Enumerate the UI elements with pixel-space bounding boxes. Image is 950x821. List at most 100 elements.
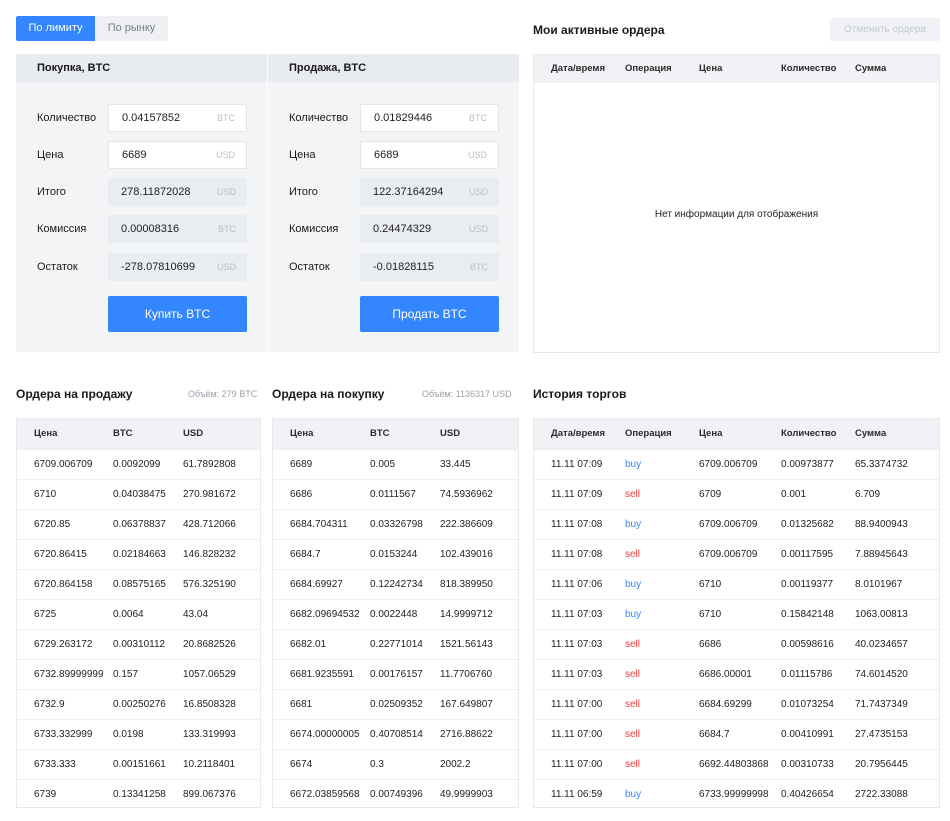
field-value[interactable]: 6689 xyxy=(122,142,146,168)
table-cell: 6733.332999 xyxy=(34,729,93,740)
table-row[interactable]: 11.11 07:03 buy 6710 0.15842148 1063.00813 xyxy=(534,599,939,629)
input-field[interactable]: 6689 USD xyxy=(108,141,247,169)
table-cell: sell xyxy=(625,729,641,740)
table-row[interactable]: 6672.03859568 0.00749396 49.9999903 xyxy=(273,779,518,809)
input-field[interactable]: 0.04157852 BTC xyxy=(108,104,247,132)
table-row[interactable]: 6725 0.0064 43.04 xyxy=(17,599,260,629)
currency-label: USD xyxy=(215,150,235,160)
table-row[interactable]: 6681.9235591 0.00176157 11.7706760 xyxy=(273,659,518,689)
column-header[interactable]: Сумма xyxy=(855,419,886,449)
column-header[interactable]: BTC xyxy=(370,419,390,449)
table-cell: 11.11 07:00 xyxy=(551,729,603,740)
input-field[interactable]: 0.01829446 BTC xyxy=(360,104,499,132)
table-row[interactable]: 11.11 07:00 sell 6684.7 0.00410991 27.473515… xyxy=(534,719,939,749)
table-row[interactable]: 11.11 07:09 sell 6709 0.001 6.709 xyxy=(534,479,939,509)
column-header[interactable]: Цена xyxy=(699,419,722,449)
table-cell: 6674 xyxy=(290,759,313,770)
table-row[interactable]: 6684.7 0.0153244 102.439016 xyxy=(273,539,518,569)
column-header[interactable]: USD xyxy=(440,419,460,449)
table-row[interactable]: 6682.01 0.22771014 1521.56143 xyxy=(273,629,518,659)
table-cell: 6681 xyxy=(290,699,313,710)
table-row[interactable]: 11.11 07:09 buy 6709.006709 0.00973877 65.33… xyxy=(534,449,939,479)
table-row[interactable]: 6732.9 0.00250276 16.8508328 xyxy=(17,689,260,719)
table-cell: 0.13341258 xyxy=(113,789,166,800)
table-row[interactable]: 6689 0.005 33.445 xyxy=(273,449,518,479)
column-header[interactable]: Цена xyxy=(34,419,57,449)
column-header[interactable]: Количество xyxy=(781,55,836,83)
column-header[interactable]: Цена xyxy=(290,419,313,449)
column-header[interactable]: Операция xyxy=(625,55,672,83)
column-header[interactable]: Сумма xyxy=(855,55,886,83)
table-row[interactable]: 6674.00000005 0.40708514 2716.88622 xyxy=(273,719,518,749)
table-cell: 6720.864158 xyxy=(34,579,93,590)
column-header[interactable]: Операция xyxy=(625,419,672,449)
field-value[interactable]: 0.04157852 xyxy=(122,105,180,131)
table-cell: 20.7956445 xyxy=(855,759,908,770)
table-cell: 11.11 06:59 xyxy=(551,789,603,800)
table-cell: 88.9400943 xyxy=(855,519,908,530)
field-value: -278.07810699 xyxy=(121,261,196,273)
table-row[interactable]: 11.11 07:03 sell 6686.00001 0.01115786 74.60… xyxy=(534,659,939,689)
table-cell: 0.12242734 xyxy=(370,579,423,590)
table-row[interactable]: 6686 0.0111567 74.5936962 xyxy=(273,479,518,509)
tab-market[interactable]: По рынку xyxy=(95,16,168,41)
table-row[interactable]: 6733.333 0.00151661 10.2118401 xyxy=(17,749,260,779)
field-value[interactable]: 6689 xyxy=(374,142,398,168)
table-row[interactable]: 11.11 07:08 sell 6709.006709 0.00117595 7.88… xyxy=(534,539,939,569)
table-cell: 6672.03859568 xyxy=(290,789,360,800)
table-cell: buy xyxy=(625,789,642,800)
table-cell: 2722.33088 xyxy=(855,789,908,800)
table-cell: 6725 xyxy=(34,609,57,620)
table-row[interactable]: 11.11 07:03 sell 6686 0.00598616 40.0234657 xyxy=(534,629,939,659)
table-row[interactable]: 6710 0.04038475 270.981672 xyxy=(17,479,260,509)
trade-history-table: Дата/время Операция Цена Количество Сумм… xyxy=(533,418,940,808)
table-cell: 2002.2 xyxy=(440,759,471,770)
field-value[interactable]: 0.01829446 xyxy=(374,105,432,131)
table-row[interactable]: 6709.006709 0.0092099 61.7892808 xyxy=(17,449,260,479)
table-row[interactable]: 6674 0.3 2002.2 xyxy=(273,749,518,779)
active-orders-table: Дата/время Операция Цена Количество Сумм… xyxy=(533,54,940,353)
table-row[interactable]: 6682.09694532 0.0022448 14.9999712 xyxy=(273,599,518,629)
cancel-orders-button[interactable]: Отменить ордера xyxy=(830,18,940,41)
table-row[interactable]: 6720.86415 0.02184663 146.828232 xyxy=(17,539,260,569)
table-row[interactable]: 6681 0.02509352 167.649807 xyxy=(273,689,518,719)
tab-limit[interactable]: По лимиту xyxy=(16,16,95,41)
table-cell: buy xyxy=(625,609,642,620)
column-header[interactable]: Дата/время xyxy=(551,419,605,449)
column-header[interactable]: BTC xyxy=(113,419,133,449)
table-cell: 33.445 xyxy=(440,459,471,470)
column-header[interactable]: Цена xyxy=(699,55,722,83)
table-row[interactable]: 11.11 06:59 buy 6733.99999998 0.40426654 272… xyxy=(534,779,939,809)
table-cell: 10.2118401 xyxy=(183,759,236,770)
table-row[interactable]: 6720.864158 0.08575165 576.325190 xyxy=(17,569,260,599)
table-row[interactable]: 11.11 07:06 buy 6710 0.00119377 8.0101967 xyxy=(534,569,939,599)
input-field[interactable]: 6689 USD xyxy=(360,141,499,169)
table-cell: 6710 xyxy=(699,609,722,620)
table-row[interactable]: 6720.85 0.06378837 428.712066 xyxy=(17,509,260,539)
table-cell: 576.325190 xyxy=(183,579,236,590)
table-cell: 6733.333 xyxy=(34,759,76,770)
table-cell: 40.0234657 xyxy=(855,639,908,650)
column-header[interactable]: Количество xyxy=(781,419,836,449)
table-row[interactable]: 6684.69927 0.12242734 818.389950 xyxy=(273,569,518,599)
table-cell: 0.0092099 xyxy=(113,459,161,470)
table-cell: 899.067376 xyxy=(183,789,236,800)
table-row[interactable]: 11.11 07:08 buy 6709.006709 0.01325682 88.94… xyxy=(534,509,939,539)
table-row[interactable]: 11.11 07:00 sell 6684.69299 0.01073254 71.74… xyxy=(534,689,939,719)
table-cell: 1063.00813 xyxy=(855,609,908,620)
table-row[interactable]: 6739 0.13341258 899.067376 xyxy=(17,779,260,809)
table-row[interactable]: 6684.704311 0.03326798 222.386609 xyxy=(273,509,518,539)
column-header[interactable]: Дата/время xyxy=(551,55,605,83)
buy-btc-button[interactable]: Купить BTC xyxy=(108,296,247,332)
table-cell: 0.00310733 xyxy=(781,759,834,770)
sell-form-title: Продажа, BTC xyxy=(268,54,519,82)
table-row[interactable]: 11.11 07:00 sell 6692.44803868 0.00310733 20… xyxy=(534,749,939,779)
table-row[interactable]: 6729.263172 0.00310112 20.8682526 xyxy=(17,629,260,659)
table-row[interactable]: 6733.332999 0.0198 133.319993 xyxy=(17,719,260,749)
column-header[interactable]: USD xyxy=(183,419,203,449)
table-cell: 6709.006709 xyxy=(699,519,758,530)
table-cell: 0.00250276 xyxy=(113,699,166,710)
sell-btc-button[interactable]: Продать BTC xyxy=(360,296,499,332)
table-row[interactable]: 6732.89999999 0.157 1057.06529 xyxy=(17,659,260,689)
currency-label: BTC xyxy=(469,113,487,123)
